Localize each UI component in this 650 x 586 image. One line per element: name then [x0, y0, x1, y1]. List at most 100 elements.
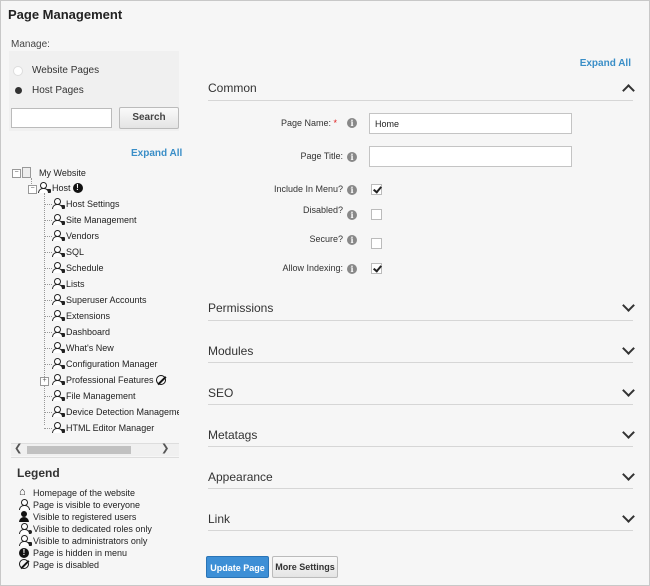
- legend-item: Page is visible to everyone: [19, 499, 140, 510]
- radio-label: Website Pages: [32, 65, 100, 76]
- section-title: Appearance: [208, 470, 273, 484]
- tree-horizontal-scrollbar[interactable]: ❮ ❯: [11, 443, 179, 456]
- section-title: Permissions: [208, 301, 274, 315]
- legend-item: Visible to administrators only: [19, 535, 147, 546]
- search-input[interactable]: [11, 108, 112, 128]
- user-admin-icon: [52, 422, 65, 433]
- legend-item: Visible to registered users: [19, 511, 136, 522]
- chevron-down-icon[interactable]: [622, 426, 635, 439]
- info-icon[interactable]: i: [347, 152, 357, 162]
- tree-item-lists[interactable]: Lists: [52, 278, 85, 289]
- disabled-icon: [155, 374, 166, 385]
- chevron-up-icon[interactable]: [622, 84, 635, 97]
- section-appearance[interactable]: Appearance: [208, 465, 635, 489]
- user-admin-icon: [38, 182, 51, 193]
- include-in-menu-checkbox[interactable]: [371, 184, 382, 195]
- expand-professional-features-icon[interactable]: +: [40, 377, 49, 386]
- radio-website-pages[interactable]: Website Pages: [13, 65, 99, 76]
- tree-item-superuser-accounts[interactable]: Superuser Accounts: [52, 294, 147, 305]
- scrollbar-thumb[interactable]: [27, 446, 131, 454]
- info-icon[interactable]: i: [347, 118, 357, 128]
- disabled-label: Disabled?: [302, 205, 343, 215]
- root-site-icon: [22, 167, 31, 178]
- tree-item-sql[interactable]: SQL: [52, 246, 84, 257]
- radio-selected-icon[interactable]: [15, 87, 22, 94]
- user-admin-icon: [52, 390, 65, 401]
- section-permissions[interactable]: Permissions: [208, 297, 635, 321]
- chevron-down-icon[interactable]: [622, 299, 635, 312]
- tree-item-html-editor-manager[interactable]: HTML Editor Manager: [52, 422, 154, 433]
- section-link[interactable]: Link: [208, 507, 635, 531]
- page-name-input[interactable]: [369, 113, 572, 134]
- user-admin-icon: [52, 406, 65, 417]
- scroll-left-icon[interactable]: ❮: [14, 443, 22, 454]
- info-icon[interactable]: i: [347, 264, 357, 274]
- user-admin-icon: [52, 262, 65, 273]
- disabled-checkbox[interactable]: [371, 209, 382, 220]
- required-mark: *: [333, 118, 337, 128]
- disabled-icon: [19, 559, 29, 569]
- user-roles-icon: [19, 523, 32, 534]
- collapse-host-icon[interactable]: −: [28, 185, 37, 194]
- tree-item-whats-new[interactable]: What's New: [52, 342, 114, 353]
- hidden-icon: !: [19, 548, 29, 558]
- user-admin-icon: [52, 326, 65, 337]
- tree-item-extensions[interactable]: Extensions: [52, 310, 110, 321]
- secure-checkbox[interactable]: [371, 238, 382, 249]
- update-page-button[interactable]: Update Page: [206, 556, 269, 578]
- user-admin-icon: [19, 535, 32, 546]
- tree-item-file-management[interactable]: File Management: [52, 390, 136, 401]
- tree-item-configuration-manager[interactable]: Configuration Manager: [52, 358, 158, 369]
- scroll-right-icon[interactable]: ❯: [161, 443, 169, 454]
- section-title: Metatags: [208, 428, 258, 442]
- home-icon: ⌂: [19, 486, 26, 498]
- legend-title: Legend: [17, 466, 60, 480]
- user-admin-icon: [52, 230, 65, 241]
- page-frame: Page Management Manage: Website Pages Ho…: [0, 0, 650, 586]
- page-title-input[interactable]: [369, 146, 572, 167]
- legend-item: Page is disabled: [19, 559, 99, 570]
- legend-item: ! Page is hidden in menu: [19, 547, 127, 558]
- info-icon[interactable]: i: [347, 210, 357, 220]
- radio-host-pages[interactable]: Host Pages: [13, 85, 84, 96]
- info-icon[interactable]: i: [347, 235, 357, 245]
- section-seo[interactable]: SEO: [208, 381, 635, 405]
- radio-label: Host Pages: [32, 85, 84, 96]
- legend-panel: Legend ⌂ Homepage of the website Page is…: [11, 457, 179, 576]
- tree-item-professional-features[interactable]: Professional Features: [52, 374, 166, 385]
- user-admin-icon: [52, 374, 65, 385]
- section-title: Modules: [208, 344, 254, 358]
- user-admin-icon: [52, 358, 65, 369]
- chevron-down-icon[interactable]: [622, 510, 635, 523]
- section-title: Common: [208, 81, 257, 95]
- expand-all-tree-link[interactable]: Expand All: [131, 148, 182, 159]
- expand-all-sections-link[interactable]: Expand All: [580, 58, 631, 69]
- more-settings-button[interactable]: More Settings: [272, 556, 338, 578]
- tree-item-site-management[interactable]: Site Management: [52, 214, 137, 225]
- info-icon[interactable]: i: [347, 185, 357, 195]
- tree-item-device-detection-management[interactable]: Device Detection Management: [52, 406, 179, 417]
- legend-item: Visible to dedicated roles only: [19, 523, 152, 534]
- section-metatags[interactable]: Metatags: [208, 423, 635, 447]
- tree-item-root[interactable]: My Website: [22, 167, 86, 178]
- allow-indexing-checkbox[interactable]: [371, 263, 382, 274]
- chevron-down-icon[interactable]: [622, 384, 635, 397]
- user-admin-icon: [52, 342, 65, 353]
- tree-item-schedule[interactable]: Schedule: [52, 262, 104, 273]
- collapse-root-icon[interactable]: −: [12, 169, 21, 178]
- tree-item-dashboard[interactable]: Dashboard: [52, 326, 110, 337]
- chevron-down-icon[interactable]: [622, 342, 635, 355]
- page-name-label: Page Name: *: [280, 118, 337, 128]
- chevron-down-icon[interactable]: [622, 468, 635, 481]
- section-modules[interactable]: Modules: [208, 339, 635, 363]
- search-button[interactable]: Search: [119, 107, 179, 129]
- user-admin-icon: [52, 198, 65, 209]
- user-admin-icon: [52, 278, 65, 289]
- radio-circle-icon[interactable]: [13, 65, 23, 76]
- user-admin-icon: [52, 214, 65, 225]
- tree-item-host-settings[interactable]: Host Settings: [52, 198, 120, 209]
- user-admin-icon: [52, 294, 65, 305]
- section-common[interactable]: Common: [208, 77, 635, 101]
- tree-item-host[interactable]: Host !: [38, 182, 83, 193]
- tree-item-vendors[interactable]: Vendors: [52, 230, 99, 241]
